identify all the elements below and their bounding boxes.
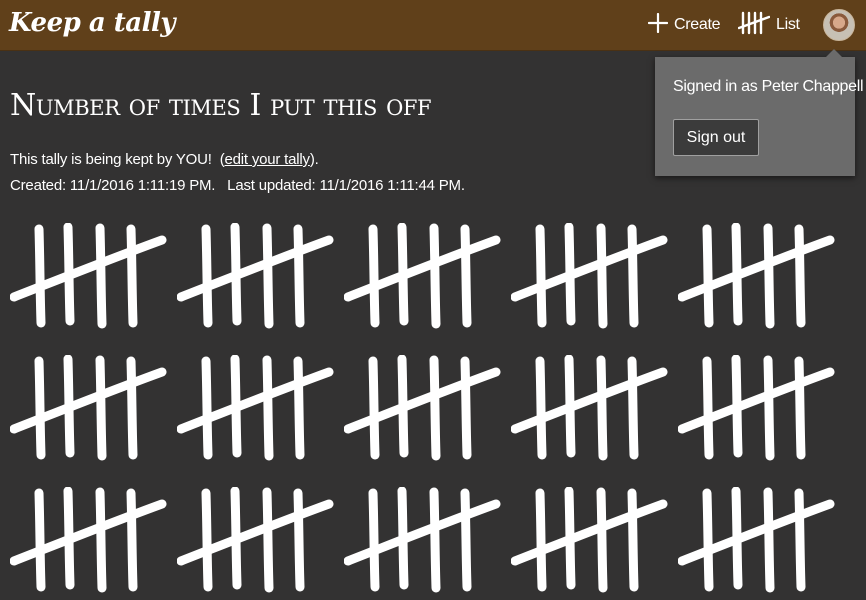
tally-stroke	[126, 488, 138, 592]
tally-stroke	[535, 356, 547, 460]
tally-group	[10, 355, 170, 465]
list-nav-label: List	[776, 16, 800, 33]
tally-stroke	[596, 487, 608, 593]
tally-stroke	[201, 488, 213, 592]
tally-group	[177, 223, 337, 333]
tally-stroke	[293, 488, 305, 592]
tally-stroke	[262, 223, 274, 329]
app-brand[interactable]: Keep a tally	[9, 8, 175, 38]
tally-stroke	[262, 487, 274, 593]
account-popover: Signed in as Peter Chappell Sign out	[655, 49, 864, 176]
tally-stroke	[34, 488, 46, 592]
tally-stroke	[535, 224, 547, 328]
signed-in-text: Signed in as Peter Chappell	[673, 78, 864, 95]
tally-group	[10, 223, 170, 333]
tally-stroke	[460, 488, 472, 592]
tally-group	[344, 487, 504, 597]
tally-stroke	[535, 488, 547, 592]
tally-stroke	[368, 488, 380, 592]
tally-stroke	[596, 223, 608, 329]
created-value: 11/1/2016 1:11:19 PM.	[69, 177, 216, 194]
tally-stroke	[627, 356, 639, 460]
tally-group	[177, 487, 337, 597]
tally-stroke	[763, 487, 775, 593]
tally-group	[678, 355, 838, 465]
tally-stroke	[262, 355, 274, 461]
tally-stroke	[702, 488, 714, 592]
created-label: Created:	[10, 177, 66, 194]
tally-group	[10, 487, 170, 597]
tally-stroke	[95, 355, 107, 461]
tally-stroke	[627, 224, 639, 328]
plus-icon	[647, 12, 669, 38]
tally-stroke	[794, 488, 806, 592]
top-bar: Keep a tally Create List	[0, 0, 866, 51]
updated-value: 11/1/2016 1:11:44 PM.	[319, 177, 465, 194]
updated-label: Last updated:	[227, 177, 316, 194]
tally-stroke	[95, 223, 107, 329]
tally-stroke	[201, 224, 213, 328]
tally-stroke	[460, 224, 472, 328]
tally-group	[678, 223, 838, 333]
tally-group	[511, 355, 671, 465]
list-nav-button[interactable]: List	[737, 11, 800, 40]
tally-stroke	[627, 488, 639, 592]
user-avatar[interactable]	[823, 9, 855, 41]
tally-stroke	[794, 356, 806, 460]
tally-stroke	[293, 224, 305, 328]
tally-stroke	[429, 355, 441, 461]
tally-stroke	[95, 487, 107, 593]
tally-stroke	[34, 224, 46, 328]
edit-tally-link[interactable]: edit your tally	[224, 151, 310, 168]
sign-out-button[interactable]: Sign out	[673, 119, 759, 156]
create-nav-label: Create	[674, 16, 721, 33]
tally-stroke	[763, 355, 775, 461]
tally-stroke	[368, 224, 380, 328]
tally-group	[344, 355, 504, 465]
tally-marks-area	[0, 215, 866, 600]
tally-owner-line: This tally is being kept by YOU! (edit y…	[10, 151, 319, 168]
tally-stroke	[293, 356, 305, 460]
tally-group	[344, 223, 504, 333]
tally-stroke	[429, 487, 441, 593]
tally-stroke	[702, 356, 714, 460]
edit-link-close: ).	[309, 151, 319, 168]
tally-title: Number of times I put this off	[10, 88, 432, 123]
create-nav-button[interactable]: Create	[647, 12, 721, 38]
owner-text: This tally is being kept by YOU!	[10, 151, 212, 168]
tally-stroke	[126, 224, 138, 328]
tally-stroke	[596, 355, 608, 461]
tally-group	[177, 355, 337, 465]
tally-stroke	[368, 356, 380, 460]
tally-stroke	[763, 223, 775, 329]
tally-stroke	[794, 224, 806, 328]
tally-stroke	[702, 224, 714, 328]
tally-group	[511, 487, 671, 597]
tally-stroke	[201, 356, 213, 460]
tally-stroke	[34, 356, 46, 460]
tally-group	[678, 487, 838, 597]
tally-stroke	[460, 356, 472, 460]
tally-icon	[737, 11, 771, 40]
tally-group	[511, 223, 671, 333]
tally-stroke	[126, 356, 138, 460]
tally-stroke	[429, 223, 441, 329]
tally-dates-line: Created: 11/1/2016 1:11:19 PM. Last upda…	[10, 177, 465, 194]
